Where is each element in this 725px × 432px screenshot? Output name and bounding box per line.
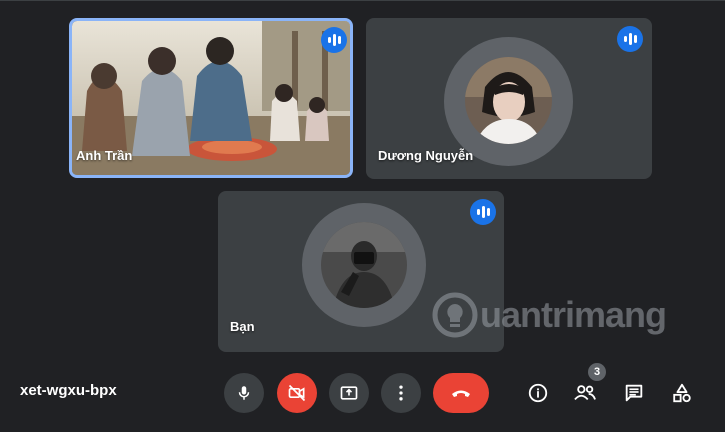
people-icon: [574, 385, 596, 401]
participant-tile-anh-tran[interactable]: Anh Trần: [69, 18, 353, 178]
avatar: [321, 222, 407, 308]
present-screen-button[interactable]: [329, 373, 369, 413]
end-call-icon: [452, 390, 470, 397]
activities-shapes-icon: [673, 383, 691, 403]
participant-name: Bạn: [230, 319, 255, 334]
participant-name: Anh Trần: [76, 148, 133, 163]
people-count-badge: 3: [588, 363, 606, 381]
speaking-indicator-icon: [617, 26, 643, 52]
camera-toggle-button[interactable]: [277, 373, 317, 413]
lightbulb-logo-icon: [432, 292, 478, 338]
microphone-icon: [238, 386, 250, 400]
watermark: uantrimang: [432, 292, 667, 338]
chat-icon: [625, 384, 643, 402]
watermark-text: uantrimang: [480, 294, 667, 335]
participant-name: Dương Nguyễn: [378, 148, 474, 163]
activities-button[interactable]: [662, 373, 702, 413]
speaking-indicator-icon: [321, 27, 347, 53]
meeting-details-button[interactable]: [518, 373, 558, 413]
top-divider: [0, 0, 725, 1]
camera-off-icon: [288, 384, 306, 402]
chat-button[interactable]: [614, 373, 654, 413]
present-screen-icon: [340, 386, 358, 400]
avatar: [465, 57, 552, 144]
more-options-icon: [399, 385, 403, 401]
call-controls-bar: xet-wgxu-bpx 3: [0, 360, 725, 432]
meeting-code: xet-wgxu-bpx: [20, 382, 117, 399]
leave-call-button[interactable]: [433, 373, 489, 413]
more-options-button[interactable]: [381, 373, 421, 413]
speaking-indicator-icon: [470, 199, 496, 225]
microphone-button[interactable]: [224, 373, 264, 413]
info-icon: [528, 383, 548, 403]
participant-tile-duong-nguyen[interactable]: Dương Nguyễn: [366, 18, 652, 179]
